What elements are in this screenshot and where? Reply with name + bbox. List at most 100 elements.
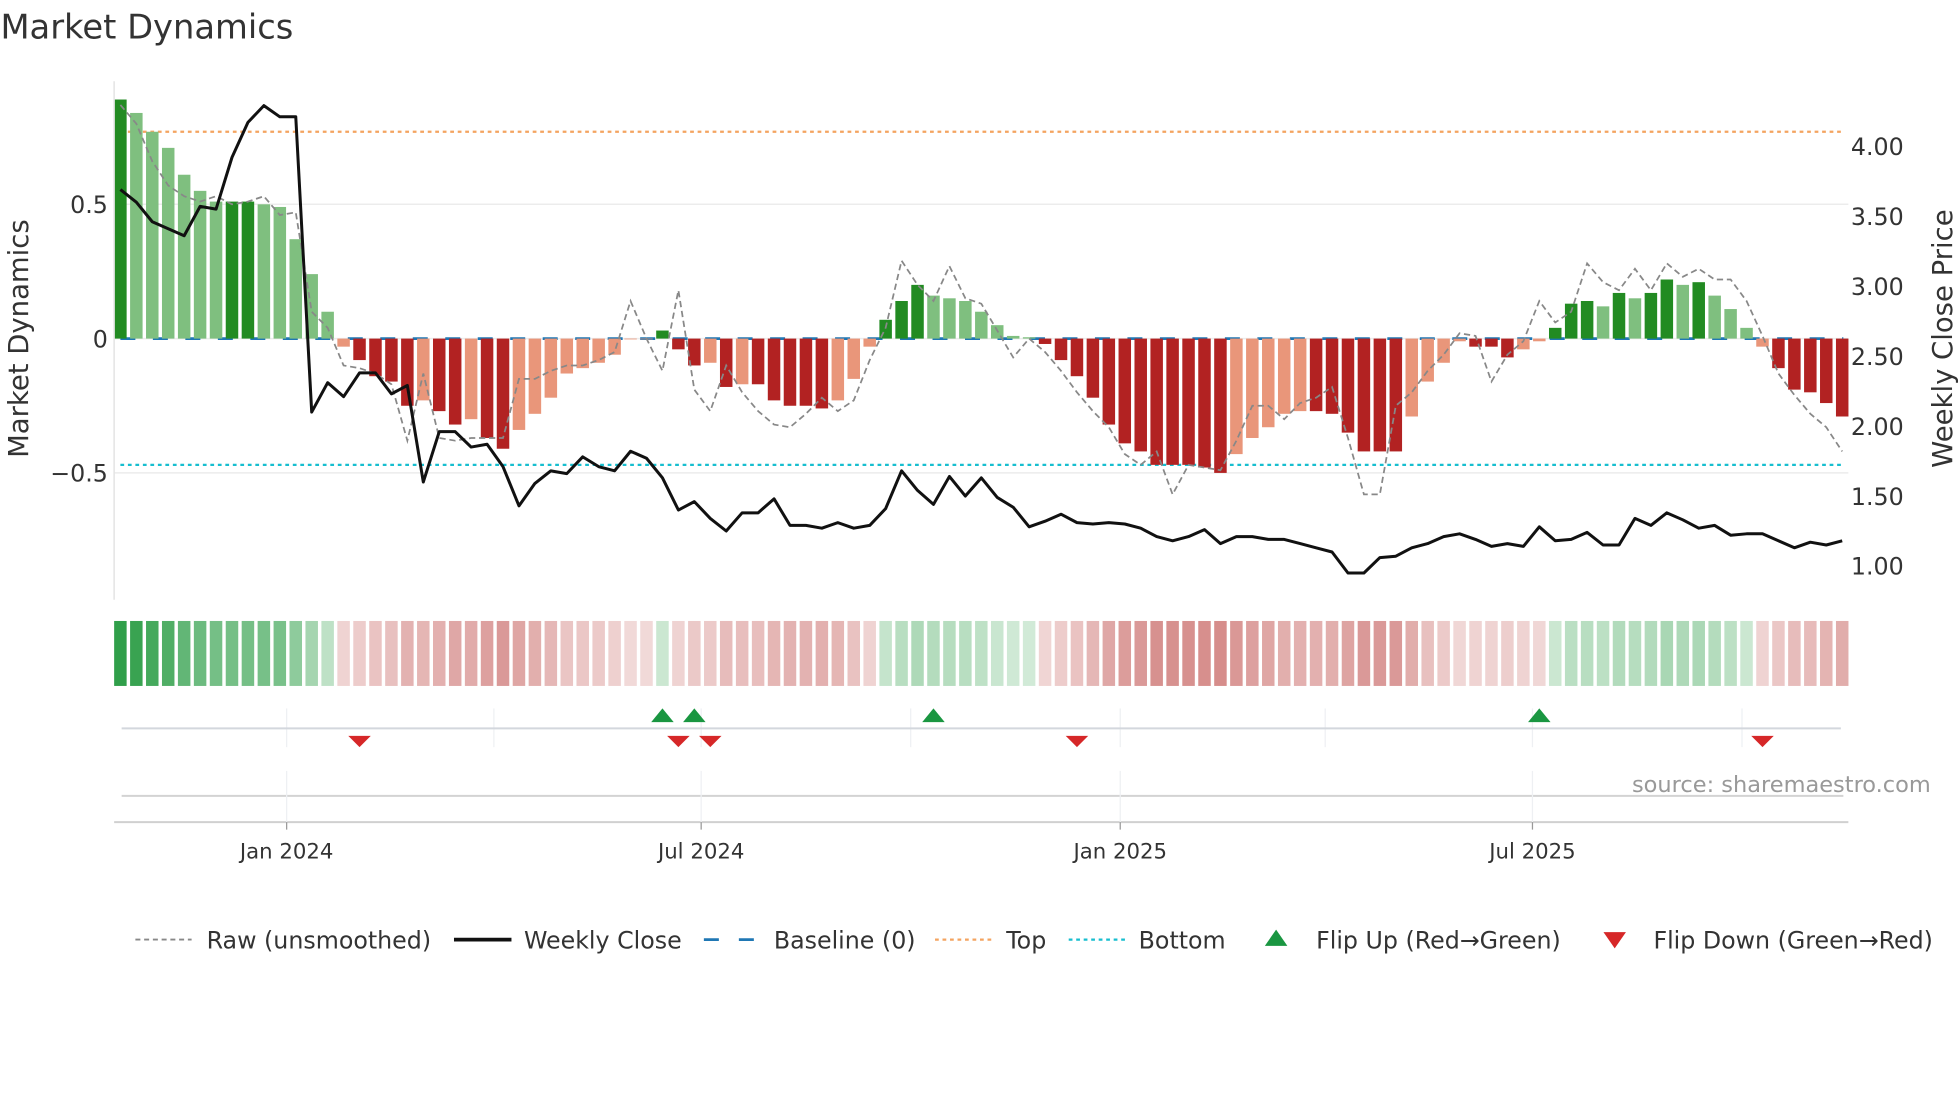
heat-strip-cell [177,620,191,686]
dynamics-bar [464,338,478,420]
heat-strip-cell [1628,620,1642,686]
legend-label: Bottom [1139,926,1226,954]
legend: Raw (unsmoothed) Weekly Close Baseline (0)… [135,926,1933,954]
dynamics-bar [1533,338,1546,342]
dynamics-bar [480,338,494,438]
dynamics-bar [512,338,526,430]
dynamics-bar [177,174,191,339]
flip-markers [121,708,1841,748]
y-tick-label: −0.5 [50,460,108,488]
heat-strip-cell [815,620,829,686]
dynamics-bar [1118,338,1132,444]
heat-strip-cell [1421,620,1434,686]
heat-strip-cell [273,620,287,686]
heat-strip-cell [1548,620,1562,686]
dynamics-bar [1022,337,1036,339]
flip-up-marker [1528,708,1551,723]
heat-strip-cell [1517,620,1530,686]
raw-line-group [119,104,1843,497]
flip-up-marker [683,708,706,723]
dynamics-bar [1198,338,1211,468]
dynamics-bar [146,131,159,339]
flip-down-marker [1751,735,1774,748]
dynamics-bar [1006,335,1020,339]
heat-strip-cell [1118,620,1132,686]
heat-strip-cell [1788,620,1801,686]
dynamics-bar [321,311,334,339]
dynamics-bar [273,206,287,339]
heat-strip-cell [560,620,574,686]
heat-strip-cell [305,620,318,686]
heat-strip-cell [1357,620,1371,686]
heat-strip-cell [464,620,478,686]
axes: 0.5 0 −0.5 4.00 3.50 3.00 2.50 2.00 1.50 1.00 [50,81,1904,600]
dynamics-bar [544,338,558,398]
dynamics-bar [783,338,797,406]
heat-strip-cell [337,620,350,686]
heat-strip-cell [241,620,255,686]
heat-strip-cell [130,620,143,686]
heat-strip-cell [1564,620,1578,686]
x-tick-label: Jul 2024 [656,839,744,864]
dynamics-bar [337,338,350,347]
dynamics-bar [448,338,462,425]
dynamics-bar [209,201,223,339]
dynamics-bar [1692,282,1705,339]
heat-strip-cell [496,620,510,686]
dynamics-bar [1277,338,1291,414]
heat-strip-cell [1724,620,1737,686]
dynamics-bar [847,338,861,379]
heat-strip-cell [1533,620,1546,686]
heat-strip-cell [1485,620,1498,686]
dynamics-bar [751,338,765,385]
legend-label: Weekly Close [524,926,682,954]
dynamics-bar [385,338,398,382]
dynamics-bar [1373,338,1387,452]
dynamics-bar [608,338,621,355]
dynamics-bar [1357,338,1371,452]
dynamics-bar [1309,338,1323,412]
flip-up-marker [922,708,945,723]
heat-strip-cell [480,620,494,686]
heat-strip-cell [1373,620,1387,686]
regime-heat-strip [114,620,1849,686]
dynamics-bar [289,239,303,339]
dynamics-bar [911,284,924,339]
y2-tick-label: 4.00 [1851,133,1904,161]
market-dynamics-chart: Market Dynamics 0.5 0 −0.5 4.00 3.50 3.00 2.50… [0,8,1959,955]
dynamics-bar [225,201,239,339]
dynamics-bar [130,112,143,339]
heat-strip-cell [1389,620,1403,686]
dynamics-bar [1660,279,1674,339]
source-label: source: sharemaestro.com [1632,772,1931,798]
heat-strip-cell [289,620,303,686]
heat-strip-cell [1182,620,1195,686]
heat-strip-cell [640,620,653,686]
x-tick-label: Jan 2024 [238,839,334,864]
heat-strip-cell [783,620,797,686]
heat-strip-cell [879,620,892,686]
heat-strip-cell [1692,620,1705,686]
heat-strip-cell [1676,620,1690,686]
y-tick-label: 0.5 [70,191,108,219]
dynamics-bar [1548,327,1562,339]
heat-strip-cell [975,620,988,686]
dynamics-bar [161,147,175,339]
heat-strip-cell [1293,620,1307,686]
dynamics-bar [1469,338,1482,347]
dynamics-bar [1820,338,1833,404]
heat-strip-cell [161,620,175,686]
dynamics-bar [656,330,669,339]
dynamics-bar [1150,338,1163,465]
heat-strip-cell [114,620,127,686]
y2-tick-label: 1.50 [1851,483,1904,511]
heat-strip-cell [688,620,701,686]
y2-axis-label: Weekly Close Price [1927,209,1959,467]
heat-strip-cell [927,620,940,686]
dynamics-bar [369,338,382,377]
heat-strip-cell [193,620,207,686]
dynamics-bar [1580,300,1594,339]
heat-strip-cell [672,620,685,686]
heat-strip-cell [1022,620,1036,686]
heat-strip-cell [1309,620,1323,686]
